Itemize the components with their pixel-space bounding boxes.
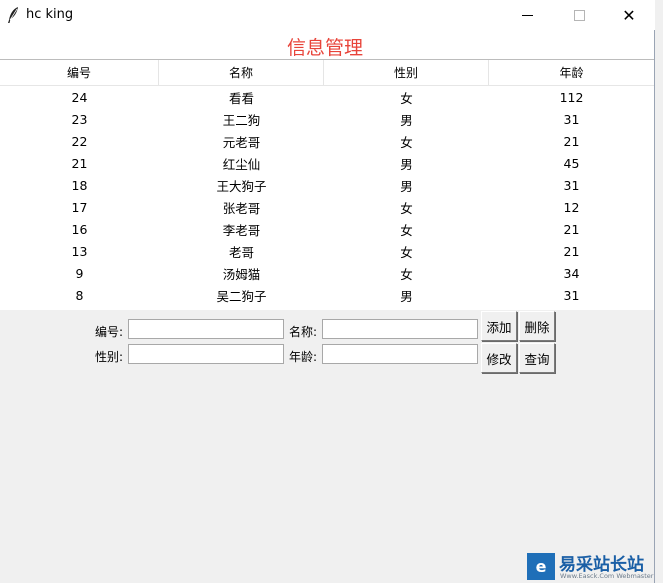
cell-gender: 男 — [400, 156, 413, 172]
cell-name: 王二狗 — [222, 112, 261, 128]
gender-input[interactable] — [128, 344, 284, 364]
cell-gender: 女 — [400, 222, 413, 238]
edit-button[interactable]: 修改 — [481, 343, 517, 373]
feather-icon — [5, 6, 21, 24]
cell-gender: 男 — [400, 288, 413, 304]
cell-id: 21 — [71, 155, 88, 171]
table-body: 24 看看女 112 23 王二狗男 31 22 元老哥女 21 21 红尘仙男 45 18 王大狗子男 3… — [0, 86, 654, 306]
cell-name: 红尘仙 — [222, 156, 261, 172]
column-header-age[interactable]: 年龄 — [489, 60, 654, 85]
name-label: 名称: — [289, 325, 318, 339]
cell-name: 张老哥 — [222, 200, 261, 216]
cell-age: 12 — [563, 199, 580, 215]
delete-button[interactable]: 删除 — [519, 311, 555, 341]
cell-age: 31 — [563, 177, 580, 193]
watermark-subtext: Www.Easck.Com Webmaster — [560, 572, 654, 580]
cell-gender: 女 — [400, 266, 413, 282]
column-header-gender[interactable]: 性别 — [324, 60, 489, 85]
table-row[interactable]: 18 王大狗子 男 31 — [0, 174, 654, 196]
cell-id: 23 — [71, 111, 88, 127]
cell-gender: 男 — [400, 112, 413, 128]
cell-age: 21 — [563, 133, 580, 149]
close-button[interactable]: ✕ — [606, 0, 652, 30]
watermark: e 易采站长站 Www.Easck.Com Webmaster — [527, 550, 663, 583]
cell-id: 8 — [75, 287, 84, 303]
cell-name: 老哥 — [228, 244, 254, 260]
minimize-button[interactable] — [504, 0, 550, 30]
column-header-id[interactable]: 编号 — [0, 60, 159, 85]
maximize-icon — [573, 9, 585, 21]
cell-gender: 女 — [400, 200, 413, 216]
table-row[interactable]: 8 吴二狗子 男 31 — [0, 284, 654, 306]
name-input[interactable] — [322, 319, 478, 339]
gender-label: 性别: — [95, 350, 124, 364]
age-label: 年龄: — [289, 350, 318, 364]
watermark-logo: e — [527, 553, 555, 580]
window-title: hc king — [26, 7, 74, 22]
cell-name: 元老哥 — [222, 134, 261, 150]
age-input[interactable] — [322, 344, 478, 364]
cell-gender: 女 — [400, 90, 413, 106]
maximize-button[interactable] — [556, 0, 602, 30]
cell-age: 112 — [559, 89, 584, 105]
cell-age: 31 — [563, 287, 580, 303]
table-row[interactable]: 13 老哥 女 21 — [0, 240, 654, 262]
main-content: 信息管理 编号 名称 性别 年龄 24 看看女 112 23 王二狗男 31 22 元老哥女 2… — [0, 30, 654, 310]
table-row[interactable]: 21 红尘仙 男 45 — [0, 152, 654, 174]
table-row[interactable]: 23 王二狗 男 31 — [0, 108, 654, 130]
cell-id: 13 — [71, 243, 88, 259]
table-row[interactable]: 17 张老哥 女 12 — [0, 196, 654, 218]
table-row[interactable]: 16 李老哥 女 21 — [0, 218, 654, 240]
id-input[interactable] — [128, 319, 284, 339]
table-row[interactable]: 9 汤姆猫 女 34 — [0, 262, 654, 284]
table-row[interactable]: 24 看看 女 112 — [0, 86, 654, 108]
minimize-icon — [521, 14, 533, 16]
cell-name: 汤姆猫 — [222, 266, 261, 282]
cell-name: 王大狗子 — [216, 178, 267, 194]
close-icon: ✕ — [622, 5, 636, 25]
cell-age: 21 — [563, 221, 580, 237]
cell-age: 31 — [563, 111, 580, 127]
table-header: 编号 名称 性别 年龄 — [0, 59, 654, 86]
add-button[interactable]: 添加 — [481, 311, 517, 341]
id-label: 编号: — [95, 325, 124, 339]
cell-gender: 男 — [400, 178, 413, 194]
cell-id: 9 — [75, 265, 84, 281]
title-bar[interactable]: hc king ✕ — [0, 0, 655, 30]
cell-age: 45 — [563, 155, 580, 171]
cell-gender: 女 — [400, 244, 413, 260]
query-button[interactable]: 查询 — [519, 343, 555, 373]
cell-id: 17 — [71, 199, 88, 215]
cell-age: 34 — [563, 265, 580, 281]
table-row[interactable]: 22 元老哥 女 21 — [0, 130, 654, 152]
cell-age: 21 — [563, 243, 580, 259]
cell-name: 吴二狗子 — [216, 288, 267, 304]
cell-id: 22 — [71, 133, 88, 149]
records-table[interactable]: 编号 名称 性别 年龄 24 看看女 112 23 王二狗男 31 22 元老哥女 21 21 红尘… — [0, 59, 654, 306]
cell-id: 18 — [71, 177, 88, 193]
page-title: 信息管理 — [286, 37, 363, 59]
column-header-name[interactable]: 名称 — [159, 60, 324, 85]
cell-name: 看看 — [228, 90, 254, 106]
app-window: hc king ✕ 信息管理 编号 名称 性别 年龄 24 看看女 112 23 王二狗… — [0, 0, 655, 583]
cell-id: 24 — [71, 89, 88, 105]
cell-name: 李老哥 — [222, 222, 261, 238]
cell-id: 16 — [71, 221, 88, 237]
cell-gender: 女 — [400, 134, 413, 150]
